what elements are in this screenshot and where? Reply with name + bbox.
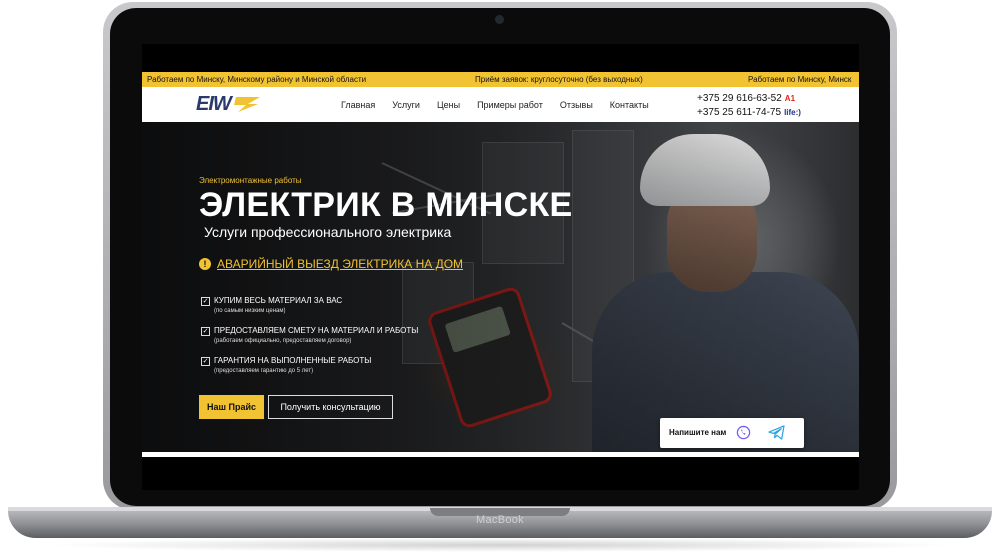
menu-item-reviews[interactable]: Отзывы	[560, 100, 593, 110]
checkbox-icon: ✓	[201, 327, 210, 336]
camera-icon	[496, 16, 503, 23]
feature-item: ✓ КУПИМ ВЕСЬ МАТЕРИАЛ ЗА ВАС (по самым н…	[201, 296, 461, 326]
feature-list: ✓ КУПИМ ВЕСЬ МАТЕРИАЛ ЗА ВАС (по самым н…	[201, 296, 461, 386]
menu-item-contacts[interactable]: Контакты	[610, 100, 649, 110]
feature-item: ✓ ГАРАНТИЯ НА ВЫПОЛНЕННЫЕ РАБОТЫ (предос…	[201, 356, 461, 386]
feature-title: КУПИМ ВЕСЬ МАТЕРИАЛ ЗА ВАС	[214, 296, 343, 305]
ticker-item: Приём заявок: круглосуточно (без выходны…	[475, 75, 643, 84]
feature-note: (работаем официально, предоставляем дого…	[214, 338, 352, 344]
menu-item-works[interactable]: Примеры работ	[477, 100, 543, 110]
feature-title: ПРЕДОСТАВЛЯЕМ СМЕТУ НА МАТЕРИАЛ И РАБОТЫ	[214, 326, 419, 335]
telegram-icon[interactable]	[768, 425, 785, 440]
checkbox-icon: ✓	[201, 297, 210, 306]
emergency-callout: ! АВАРИЙНЫЙ ВЫЕЗД ЭЛЕКТРИКА НА ДОМ	[199, 257, 463, 271]
feature-note: (предоставляем гарантию до 5 лет)	[214, 368, 314, 374]
lightning-icon	[234, 97, 260, 112]
checkbox-icon: ✓	[201, 357, 210, 366]
section-divider	[142, 452, 859, 457]
browser-screen: Работаем по Минску, Минскому району и Ми…	[142, 44, 859, 490]
messenger-widget: Напишите нам	[660, 418, 804, 448]
price-button[interactable]: Наш Прайс	[199, 395, 264, 419]
feature-title: ГАРАНТИЯ НА ВЫПОЛНЕННЫЕ РАБОТЫ	[214, 356, 372, 365]
phone-number-a1[interactable]: +375 29 616-63-52	[697, 93, 782, 104]
phone-block: +375 29 616-63-52 A1 +375 25 611-74-75 lif…	[697, 92, 801, 120]
phone-row: +375 25 611-74-75 life:)	[697, 106, 801, 120]
menu-item-prices[interactable]: Цены	[437, 100, 460, 110]
logo-text: EIW	[196, 93, 232, 115]
hero-eyebrow: Электромонтажные работы	[199, 176, 302, 185]
site-logo[interactable]: EIW	[196, 91, 266, 117]
hero-title: ЭЛЕКТРИК В МИНСКЕ	[199, 186, 573, 224]
ticker-item: Работаем по Минску, Минскому району и Ми…	[147, 75, 367, 84]
warning-icon: !	[199, 258, 211, 270]
ticker-item: Работаем по Минску, Минск	[748, 75, 852, 84]
info-ticker: Работаем по Минску, Минскому району и Ми…	[142, 72, 859, 87]
device-brand-label: MacBook	[476, 514, 524, 526]
life-operator-icon: life:)	[784, 108, 801, 117]
widget-label: Напишите нам	[669, 428, 727, 437]
hero-section: Электромонтажные работы ЭЛЕКТРИК В МИНСК…	[142, 122, 859, 452]
emergency-link[interactable]: АВАРИЙНЫЙ ВЫЕЗД ЭЛЕКТРИКА НА ДОМ	[217, 257, 463, 271]
hero-subtitle: Услуги профессионального электрика	[204, 224, 452, 240]
phone-row: +375 29 616-63-52 A1	[697, 92, 801, 106]
consultation-button[interactable]: Получить консультацию	[268, 395, 393, 419]
a1-operator-icon: A1	[784, 94, 796, 103]
laptop-shadow	[40, 538, 960, 552]
menu-item-home[interactable]: Главная	[341, 100, 375, 110]
feature-note: (по самым низким ценам)	[214, 308, 286, 314]
phone-number-life[interactable]: +375 25 611-74-75	[697, 107, 781, 118]
viber-icon[interactable]	[736, 425, 751, 440]
menu-item-services[interactable]: Услуги	[392, 100, 420, 110]
feature-item: ✓ ПРЕДОСТАВЛЯЕМ СМЕТУ НА МАТЕРИАЛ И РАБО…	[201, 326, 461, 356]
site-header: EIW Главная Услуги Цены Примеры работ От…	[142, 87, 859, 122]
main-menu: Главная Услуги Цены Примеры работ Отзывы…	[341, 87, 649, 122]
